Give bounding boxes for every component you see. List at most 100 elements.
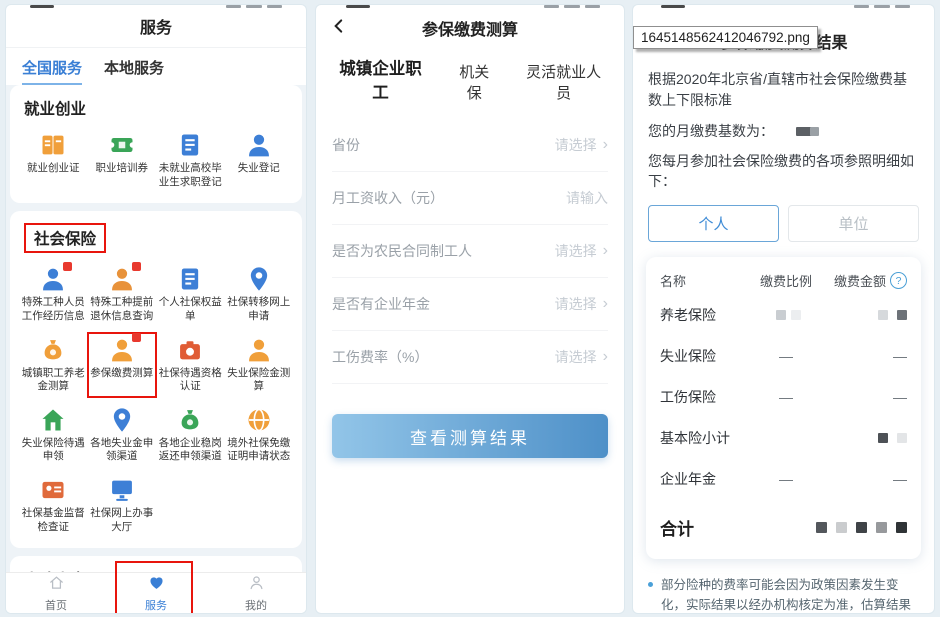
- col-ratio: 缴费比例: [751, 271, 820, 290]
- service-item-失业保险金测算[interactable]: 失业保险金测算: [226, 334, 293, 396]
- status-bar-remnant: [226, 5, 282, 8]
- row-amount: [821, 433, 907, 443]
- bottom-tab-bar: 首页服务我的: [6, 572, 306, 613]
- col-name: 名称: [660, 271, 751, 290]
- form-field-工伤费率（%）[interactable]: 工伤费率（%） 请选择 ›: [332, 331, 608, 384]
- service-item-特殊工种人员工作经历信息[interactable]: 特殊工种人员工作经历信息: [20, 263, 87, 325]
- new-badge: [132, 262, 141, 271]
- field-placeholder: 请选择: [555, 347, 597, 367]
- service-item-社保网上办事大厅[interactable]: 社保网上办事大厅: [89, 474, 156, 536]
- back-icon[interactable]: [330, 17, 348, 40]
- tab-flexible-employment[interactable]: 灵活就业人员: [521, 61, 606, 103]
- person-icon: [244, 336, 274, 364]
- form-field-是否为农民合同制工人[interactable]: 是否为农民合同制工人请选择›: [332, 225, 608, 278]
- service-item-境外社保免缴证明申请状态[interactable]: 境外社保免缴证明申请状态: [226, 404, 293, 466]
- chevron-right-icon: ›: [603, 349, 608, 365]
- service-item-社保转移网上申请[interactable]: 社保转移网上申请: [226, 263, 293, 325]
- redaction-block: [836, 522, 847, 533]
- redaction-block: [897, 310, 907, 320]
- section-employment: 就业创业 就业创业证职业培训券未就业高校毕业生求职登记失业登记: [10, 85, 302, 203]
- service-item-label: 职业培训券: [96, 162, 149, 176]
- note-item: 部分险种的费率可能会因为政策因素发生变化，实际结果以经办机构核定为准，估算结果仅…: [648, 575, 919, 614]
- status-bar-remnant: [854, 5, 910, 8]
- service-item-个人社保权益单[interactable]: 个人社保权益单: [157, 263, 224, 325]
- tabbar-item-首页[interactable]: 首页: [6, 573, 106, 613]
- service-item-label: 个人社保权益单: [158, 296, 223, 323]
- field-label: 月工资收入（元）: [332, 188, 444, 208]
- home-icon: [48, 574, 65, 596]
- tab-national-services[interactable]: 全国服务: [22, 57, 82, 86]
- row-amount: [811, 522, 907, 533]
- service-item-就业创业证[interactable]: 就业创业证: [20, 129, 87, 191]
- monitor-icon: [107, 476, 137, 504]
- view-result-button[interactable]: 查看测算结果: [332, 414, 608, 458]
- help-icon[interactable]: ?: [890, 272, 907, 289]
- form-field-是否有企业年金[interactable]: 是否有企业年金请选择›: [332, 278, 608, 331]
- redaction-block: [791, 310, 801, 320]
- redaction-block: [810, 127, 819, 136]
- insured-type-tabs: 城镇企业职工 机关保 灵活就业人员: [316, 51, 624, 113]
- service-item-职业培训券[interactable]: 职业培训券: [89, 129, 156, 191]
- service-item-label: 社保基金监督检查证: [21, 507, 86, 534]
- toggle-personal[interactable]: 个人: [648, 205, 779, 242]
- row-ratio: —: [751, 389, 820, 405]
- row-name: 合计: [660, 515, 746, 540]
- field-label: 工伤费率（%）: [332, 347, 428, 367]
- service-item-失业保险待遇申领[interactable]: 失业保险待遇申领: [20, 404, 87, 466]
- redaction-block: [876, 522, 887, 533]
- service-item-特殊工种提前退休信息查询[interactable]: 特殊工种提前退休信息查询: [89, 263, 156, 325]
- chevron-right-icon: ›: [603, 296, 608, 312]
- service-grid: 就业创业证职业培训券未就业高校毕业生求职登记失业登记: [20, 129, 292, 191]
- page-header: 参保缴费测算: [316, 5, 624, 51]
- status-bar-remnant: [661, 5, 685, 8]
- form-field-月工资收入（元）[interactable]: 月工资收入（元）请输入: [332, 172, 608, 225]
- form-field-省份[interactable]: 省份请选择›: [332, 119, 608, 172]
- bag-icon: [175, 406, 205, 434]
- page-header: 服务: [6, 5, 306, 48]
- card-icon: [38, 476, 68, 504]
- user-icon: [248, 574, 265, 596]
- redacted-value: [774, 123, 819, 139]
- services-body: 就业创业 就业创业证职业培训券未就业高校毕业生求职登记失业登记 社会保险 特殊工…: [6, 85, 306, 613]
- person-icon: [107, 336, 137, 364]
- person-icon: [38, 265, 68, 293]
- tab-local-services[interactable]: 本地服务: [104, 57, 164, 86]
- row-amount: [821, 310, 907, 320]
- book-icon: [38, 131, 68, 159]
- field-label: 是否为农民合同制工人: [332, 241, 472, 261]
- field-label: 是否有企业年金: [332, 294, 430, 314]
- pin-icon: [107, 406, 137, 434]
- calc-result-screen: 参保缴费测算结果 1645148562412046792.png 根据2020年…: [633, 5, 934, 613]
- service-item-社保待遇资格认证[interactable]: 社保待遇资格认证: [157, 334, 224, 396]
- row-name: 基本险小计: [660, 428, 751, 448]
- toggle-employer[interactable]: 单位: [788, 205, 919, 242]
- tab-government-insurance[interactable]: 机关保: [453, 61, 495, 103]
- row-ratio: [751, 307, 820, 323]
- page-title: 参保缴费测算: [422, 16, 518, 40]
- table-row-合计: 合计: [660, 499, 907, 551]
- tabbar-item-我的[interactable]: 我的: [206, 573, 306, 613]
- status-bar-remnant: [30, 5, 54, 8]
- row-amount: —: [821, 348, 907, 364]
- tabbar-label: 我的: [245, 597, 267, 613]
- service-item-各地企业稳岗返还申领渠道[interactable]: 各地企业稳岗返还申领渠道: [157, 404, 224, 466]
- redaction-block: [856, 522, 867, 533]
- result-intro-text: 根据2020年北京省/直辖市社会保险缴费基数上下限标准: [648, 69, 919, 111]
- tabbar-item-服务[interactable]: 服务: [106, 573, 206, 613]
- service-item-失业登记[interactable]: 失业登记: [226, 129, 293, 191]
- chevron-right-icon: ›: [603, 243, 608, 259]
- col-amount: 缴费金额 ?: [821, 271, 907, 290]
- row-amount: —: [821, 389, 907, 405]
- person-icon: [107, 265, 137, 293]
- table-row-基本险小计: 基本险小计: [660, 417, 907, 458]
- section-social-insurance: 社会保险 特殊工种人员工作经历信息特殊工种提前退休信息查询个人社保权益单社保转移…: [10, 211, 302, 548]
- table-row-工伤保险: 工伤保险——: [660, 376, 907, 417]
- service-item-城镇职工养老金测算[interactable]: 城镇职工养老金测算: [20, 334, 87, 396]
- field-value: 请选择 ›: [555, 347, 608, 367]
- redaction-block: [816, 522, 827, 533]
- service-item-社保基金监督检查证[interactable]: 社保基金监督检查证: [20, 474, 87, 536]
- tab-urban-enterprise-employee[interactable]: 城镇企业职工: [334, 55, 427, 103]
- service-item-各地失业金申领渠道[interactable]: 各地失业金申领渠道: [89, 404, 156, 466]
- service-item-参保缴费测算[interactable]: 参保缴费测算: [87, 332, 158, 398]
- service-item-未就业高校毕业生求职登记[interactable]: 未就业高校毕业生求职登记: [157, 129, 224, 191]
